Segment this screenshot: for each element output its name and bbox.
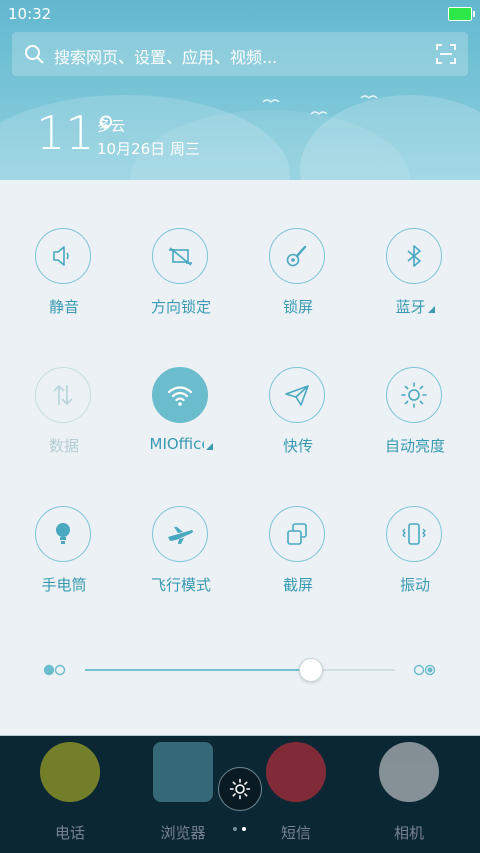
- message-icon: [266, 742, 326, 802]
- search-icon: [25, 45, 44, 64]
- vibrate-icon: [386, 506, 442, 562]
- bluetooth-icon: [386, 228, 442, 284]
- toggle-label: 自动亮度: [384, 437, 445, 455]
- auto-brightness-icon: [386, 367, 442, 423]
- toggle-vibrate[interactable]: 振动: [355, 506, 475, 606]
- brightness-low-icon: [43, 664, 66, 676]
- dock-label: 短信: [280, 824, 311, 842]
- dropdown-corner-icon[interactable]: [205, 443, 213, 450]
- toggle-label: 振动: [399, 576, 430, 594]
- dock-app-phone[interactable]: 电话: [20, 742, 120, 842]
- toggle-wifi[interactable]: MIOffice: [121, 367, 241, 467]
- toggle-flashlight[interactable]: 手电筒: [4, 506, 124, 606]
- phone-icon: [40, 742, 100, 802]
- toggle-screenshot[interactable]: 截屏: [238, 506, 358, 606]
- toggle-quick-transfer[interactable]: 快传: [238, 367, 358, 467]
- airplane-icon: [152, 506, 208, 562]
- paper-plane-icon: [269, 367, 325, 423]
- home-dock: 电话 浏览器 短信 相机: [0, 736, 480, 853]
- toggle-label-text: 蓝牙: [395, 298, 426, 316]
- toggle-data[interactable]: 数据: [4, 367, 124, 467]
- flashlight-icon: [35, 506, 91, 562]
- toggle-label: 蓝牙: [355, 296, 475, 317]
- camera-icon: [379, 742, 439, 802]
- toggle-rotation-lock[interactable]: 方向锁定: [121, 228, 241, 328]
- clock: 10:32: [8, 5, 52, 23]
- search-bar[interactable]: 搜索网页、设置、应用、视频...: [12, 32, 468, 76]
- dock-label: 浏览器: [160, 824, 206, 842]
- browser-icon: [153, 742, 213, 802]
- toggle-airplane-mode[interactable]: 飞行模式: [121, 506, 241, 606]
- slider-fill: [85, 669, 312, 671]
- quick-settings-panel: 静音 方向锁定 锁屏 蓝牙 数据 MIOffice 快传: [0, 180, 480, 736]
- toggle-label: 静音: [48, 298, 79, 316]
- toggle-label: 截屏: [282, 576, 313, 594]
- sun-icon: [229, 778, 251, 800]
- toggle-label: 锁屏: [282, 298, 313, 316]
- toggle-label: 快传: [282, 437, 313, 455]
- battery-icon: [448, 7, 475, 21]
- page-indicator: [233, 827, 253, 833]
- mobile-data-icon: [35, 367, 91, 423]
- dock-label: 电话: [54, 824, 85, 842]
- wifi-icon: [152, 367, 208, 423]
- slider-track[interactable]: [85, 669, 395, 671]
- dock-label: 相机: [393, 824, 424, 842]
- birds-decoration: [262, 95, 378, 115]
- toggle-label: 飞行模式: [150, 576, 211, 594]
- toggle-label: 手电筒: [41, 576, 87, 594]
- dock-app-camera[interactable]: 相机: [359, 742, 459, 842]
- toggle-bluetooth[interactable]: 蓝牙: [355, 228, 475, 328]
- toggle-label: 方向锁定: [150, 298, 211, 316]
- toggle-auto-brightness[interactable]: 自动亮度: [355, 367, 475, 467]
- status-bar: 10:32: [0, 0, 480, 28]
- dropdown-corner-icon[interactable]: [427, 306, 435, 313]
- brightness-high-icon: [413, 664, 436, 676]
- weather-condition: 多云: [97, 119, 125, 135]
- weather-header: 10:32 搜索网页、设置、应用、视频... 11° 多云 10月26日 周三: [0, 0, 480, 180]
- screenshot-icon: [269, 506, 325, 562]
- date: 10月26日 周三: [97, 140, 200, 158]
- toggle-label: MIOffice: [121, 435, 241, 453]
- brightness-slider[interactable]: [0, 650, 480, 690]
- lock-screen-icon: [269, 228, 325, 284]
- search-input[interactable]: 搜索网页、设置、应用、视频...: [54, 44, 277, 68]
- toggle-label-text: MIOffice: [149, 435, 204, 453]
- page-dot: [233, 827, 237, 831]
- brightness-toggle-button[interactable]: [218, 767, 262, 811]
- slider-thumb[interactable]: [299, 658, 324, 682]
- rotation-lock-icon: [152, 228, 208, 284]
- toggle-mute[interactable]: 静音: [4, 228, 124, 328]
- scan-icon[interactable]: [436, 44, 456, 64]
- speaker-icon: [35, 228, 91, 284]
- toggle-lock-screen[interactable]: 锁屏: [238, 228, 358, 328]
- toggle-label: 数据: [48, 437, 79, 455]
- page-dot-active: [242, 827, 246, 831]
